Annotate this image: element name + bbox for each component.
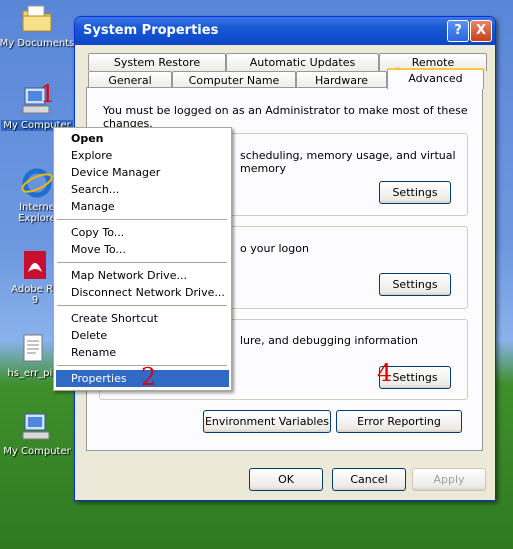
desktop-icon-my-computer-selected[interactable]: My Computer (0, 84, 78, 131)
user-profiles-settings-button[interactable]: Settings (379, 273, 451, 296)
menu-item-rename[interactable]: Rename (56, 344, 229, 361)
menu-item-copy-to[interactable]: Copy To... (56, 224, 229, 241)
annotation-step-4: 4 (377, 359, 393, 387)
adobe-reader-icon (18, 248, 52, 282)
user-profiles-description: o your logon (240, 242, 309, 255)
menu-item-manage[interactable]: Manage (56, 198, 229, 215)
performance-settings-button[interactable]: Settings (379, 181, 451, 204)
menu-item-device-manager[interactable]: Device Manager (56, 164, 229, 181)
menu-item-search[interactable]: Search... (56, 181, 229, 198)
folder-icon (20, 2, 54, 36)
desktop-icon-my-computer[interactable]: My Computer (0, 410, 78, 457)
title-bar[interactable]: System Properties ? X (75, 17, 495, 45)
desktop-icon-label-line2: Explore (18, 213, 56, 224)
performance-description: scheduling, memory usage, and virtual me… (240, 149, 456, 175)
error-reporting-button[interactable]: Error Reporting (336, 410, 462, 433)
annotation-step-2: 2 (141, 363, 157, 391)
menu-item-create-shortcut[interactable]: Create Shortcut (56, 310, 229, 327)
tab-advanced[interactable]: Advanced (387, 68, 484, 89)
tab-system-restore[interactable]: System Restore (88, 53, 226, 71)
annotation-step-1: 1 (40, 80, 56, 108)
menu-separator (57, 262, 227, 263)
desktop-icon-label-line2: 9 (31, 295, 39, 306)
help-button[interactable]: ? (447, 20, 469, 42)
menu-item-delete[interactable]: Delete (56, 327, 229, 344)
apply-button[interactable]: Apply (412, 468, 486, 491)
close-button[interactable]: X (470, 20, 492, 42)
menu-separator (57, 305, 227, 306)
startup-recovery-description: lure, and debugging information (240, 334, 418, 347)
dialog-title: System Properties (83, 23, 219, 38)
cancel-button[interactable]: Cancel (332, 468, 406, 491)
text-file-icon (16, 332, 50, 366)
menu-item-open[interactable]: Open (56, 130, 229, 147)
desktop-icon-label: My Documents (0, 38, 75, 49)
context-menu: Open Explore Device Manager Search... Ma… (53, 127, 232, 391)
menu-separator (57, 219, 227, 220)
tab-automatic-updates[interactable]: Automatic Updates (226, 53, 379, 71)
internet-explorer-icon (20, 166, 54, 200)
environment-variables-button[interactable]: Environment Variables (203, 410, 331, 433)
menu-item-map-network-drive[interactable]: Map Network Drive... (56, 267, 229, 284)
computer-icon (20, 410, 54, 444)
desktop-icon-label: My Computer (3, 446, 71, 457)
menu-item-disconnect-network-drive[interactable]: Disconnect Network Drive... (56, 284, 229, 301)
menu-item-move-to[interactable]: Move To... (56, 241, 229, 258)
desktop-icon-label: Interne (19, 202, 55, 213)
menu-item-explore[interactable]: Explore (56, 147, 229, 164)
ok-button[interactable]: OK (249, 468, 323, 491)
desktop-icon-my-documents[interactable]: My Documents (0, 2, 78, 49)
